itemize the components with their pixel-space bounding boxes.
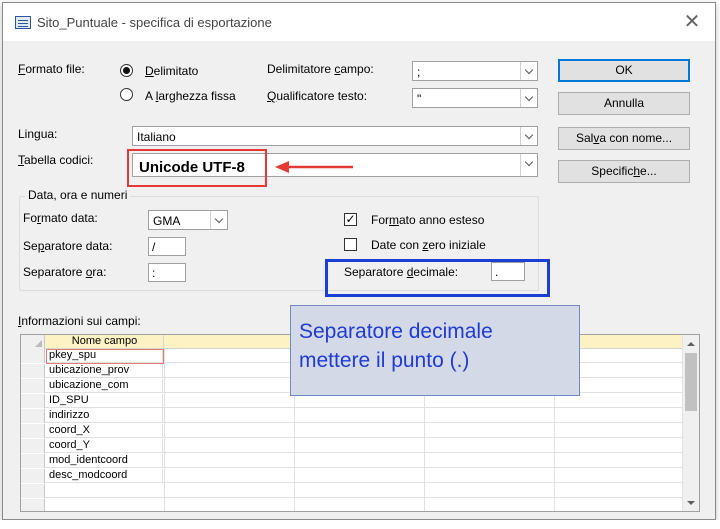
- radio-fixed-width-label[interactable]: A larghezza fissa: [145, 89, 236, 103]
- format-label: Formato file:: [18, 62, 85, 76]
- field-name-cell[interactable]: coord_Y: [46, 439, 163, 453]
- scroll-down-icon[interactable]: [683, 495, 699, 511]
- column-header-nome-campo[interactable]: Nome campo: [46, 335, 164, 349]
- language-combo[interactable]: Italiano: [132, 126, 538, 146]
- date-separator-value: /: [152, 240, 156, 254]
- codepage-highlight-box: [127, 149, 267, 187]
- field-name-cell[interactable]: mod_identcoord: [46, 454, 163, 468]
- callout-line-2: mettere il punto (.): [299, 349, 470, 372]
- decimal-separator-highlight-box: [325, 259, 550, 297]
- chevron-down-icon[interactable]: [520, 154, 537, 176]
- chevron-down-icon[interactable]: [520, 89, 537, 107]
- radio-delimited-label[interactable]: Delimitato: [145, 64, 198, 78]
- save-as-button[interactable]: Salva con nome...: [558, 127, 690, 150]
- field-delimiter-combo[interactable]: ;: [412, 61, 538, 81]
- four-digit-year-checkbox[interactable]: ✓: [344, 213, 357, 226]
- time-separator-input[interactable]: :: [148, 263, 186, 282]
- chevron-down-icon[interactable]: [520, 127, 537, 145]
- text-qualifier-value: ": [417, 92, 422, 106]
- table-row[interactable]: coord_X: [21, 424, 683, 438]
- language-label: Lingua:: [18, 127, 58, 141]
- chevron-down-icon[interactable]: [520, 62, 537, 80]
- table-row[interactable]: indirizzo: [21, 409, 683, 423]
- table-row[interactable]: desc_modcoord: [21, 469, 683, 483]
- chevron-down-icon[interactable]: [210, 211, 227, 229]
- row-selector[interactable]: [21, 499, 45, 511]
- row-selector[interactable]: [21, 394, 45, 408]
- specs-button[interactable]: Specifiche...: [558, 160, 690, 183]
- row-selector[interactable]: [21, 469, 45, 483]
- field-delimiter-label: Delimitatore campo:: [267, 62, 374, 76]
- field-delimiter-value: ;: [417, 65, 421, 79]
- date-format-value: GMA: [153, 214, 181, 228]
- field-name-cell[interactable]: desc_modcoord: [46, 469, 163, 483]
- scroll-up-icon[interactable]: [683, 335, 699, 351]
- time-separator-value: :: [152, 266, 156, 280]
- table-row[interactable]: ID_SPU: [21, 394, 683, 408]
- date-separator-label: Separatore data:: [23, 239, 113, 253]
- field-name-cell[interactable]: indirizzo: [46, 409, 163, 423]
- scroll-thumb[interactable]: [685, 353, 697, 411]
- date-separator-input[interactable]: /: [148, 237, 186, 256]
- radio-fixed-width[interactable]: [120, 88, 133, 101]
- row-selector[interactable]: [21, 379, 45, 393]
- table-row[interactable]: coord_Y: [21, 439, 683, 453]
- select-all-corner[interactable]: [21, 335, 45, 349]
- vertical-scrollbar[interactable]: [682, 335, 699, 511]
- row-selector[interactable]: [21, 364, 45, 378]
- row-selector[interactable]: [21, 349, 45, 363]
- language-value: Italiano: [137, 130, 176, 144]
- four-digit-year-label[interactable]: Formato anno esteso: [371, 213, 484, 227]
- table-row[interactable]: [21, 499, 683, 511]
- table-row[interactable]: [21, 484, 683, 498]
- row-selector[interactable]: [21, 484, 45, 498]
- window-title: Sito_Puntuale - specifica di esportazion…: [37, 15, 272, 30]
- row-selector[interactable]: [21, 409, 45, 423]
- row-selector[interactable]: [21, 424, 45, 438]
- red-arrow-icon: [275, 161, 353, 173]
- callout-line-1: Separatore decimale: [299, 320, 493, 343]
- export-spec-dialog: Sito_Puntuale - specifica di esportazion…: [2, 2, 716, 520]
- codepage-label: Tabella codici:: [18, 153, 94, 167]
- time-separator-label: Separatore ora:: [23, 265, 107, 279]
- table-row[interactable]: mod_identcoord: [21, 454, 683, 468]
- text-qualifier-combo[interactable]: ": [412, 88, 538, 108]
- datetime-group-title: Data, ora e numeri: [25, 188, 131, 202]
- field-name-cell[interactable]: ID_SPU: [46, 394, 163, 408]
- date-format-combo[interactable]: GMA: [148, 210, 228, 230]
- table-icon: [15, 16, 31, 29]
- field-name-cell[interactable]: coord_X: [46, 424, 163, 438]
- close-icon[interactable]: ✕: [679, 9, 705, 35]
- date-format-label: Formato data:: [23, 211, 98, 225]
- background-strip: [0, 520, 720, 529]
- field-name-cell[interactable]: ubicazione_com: [46, 379, 163, 393]
- selected-cell-outline: [46, 349, 164, 364]
- fields-info-label: Informazioni sui campi:: [18, 314, 141, 328]
- title-bar: Sito_Puntuale - specifica di esportazion…: [3, 3, 715, 41]
- annotation-callout: Separatore decimale mettere il punto (.): [290, 305, 580, 396]
- ok-button[interactable]: OK: [558, 59, 690, 82]
- text-qualifier-label: Qualificatore testo:: [267, 89, 368, 103]
- row-selector[interactable]: [21, 454, 45, 468]
- leading-zeros-checkbox[interactable]: [344, 238, 357, 251]
- cancel-button[interactable]: Annulla: [558, 92, 690, 115]
- field-name-cell[interactable]: ubicazione_prov: [46, 364, 163, 378]
- radio-delimited[interactable]: [120, 64, 133, 77]
- leading-zeros-label[interactable]: Date con zero iniziale: [371, 238, 486, 252]
- row-selector[interactable]: [21, 439, 45, 453]
